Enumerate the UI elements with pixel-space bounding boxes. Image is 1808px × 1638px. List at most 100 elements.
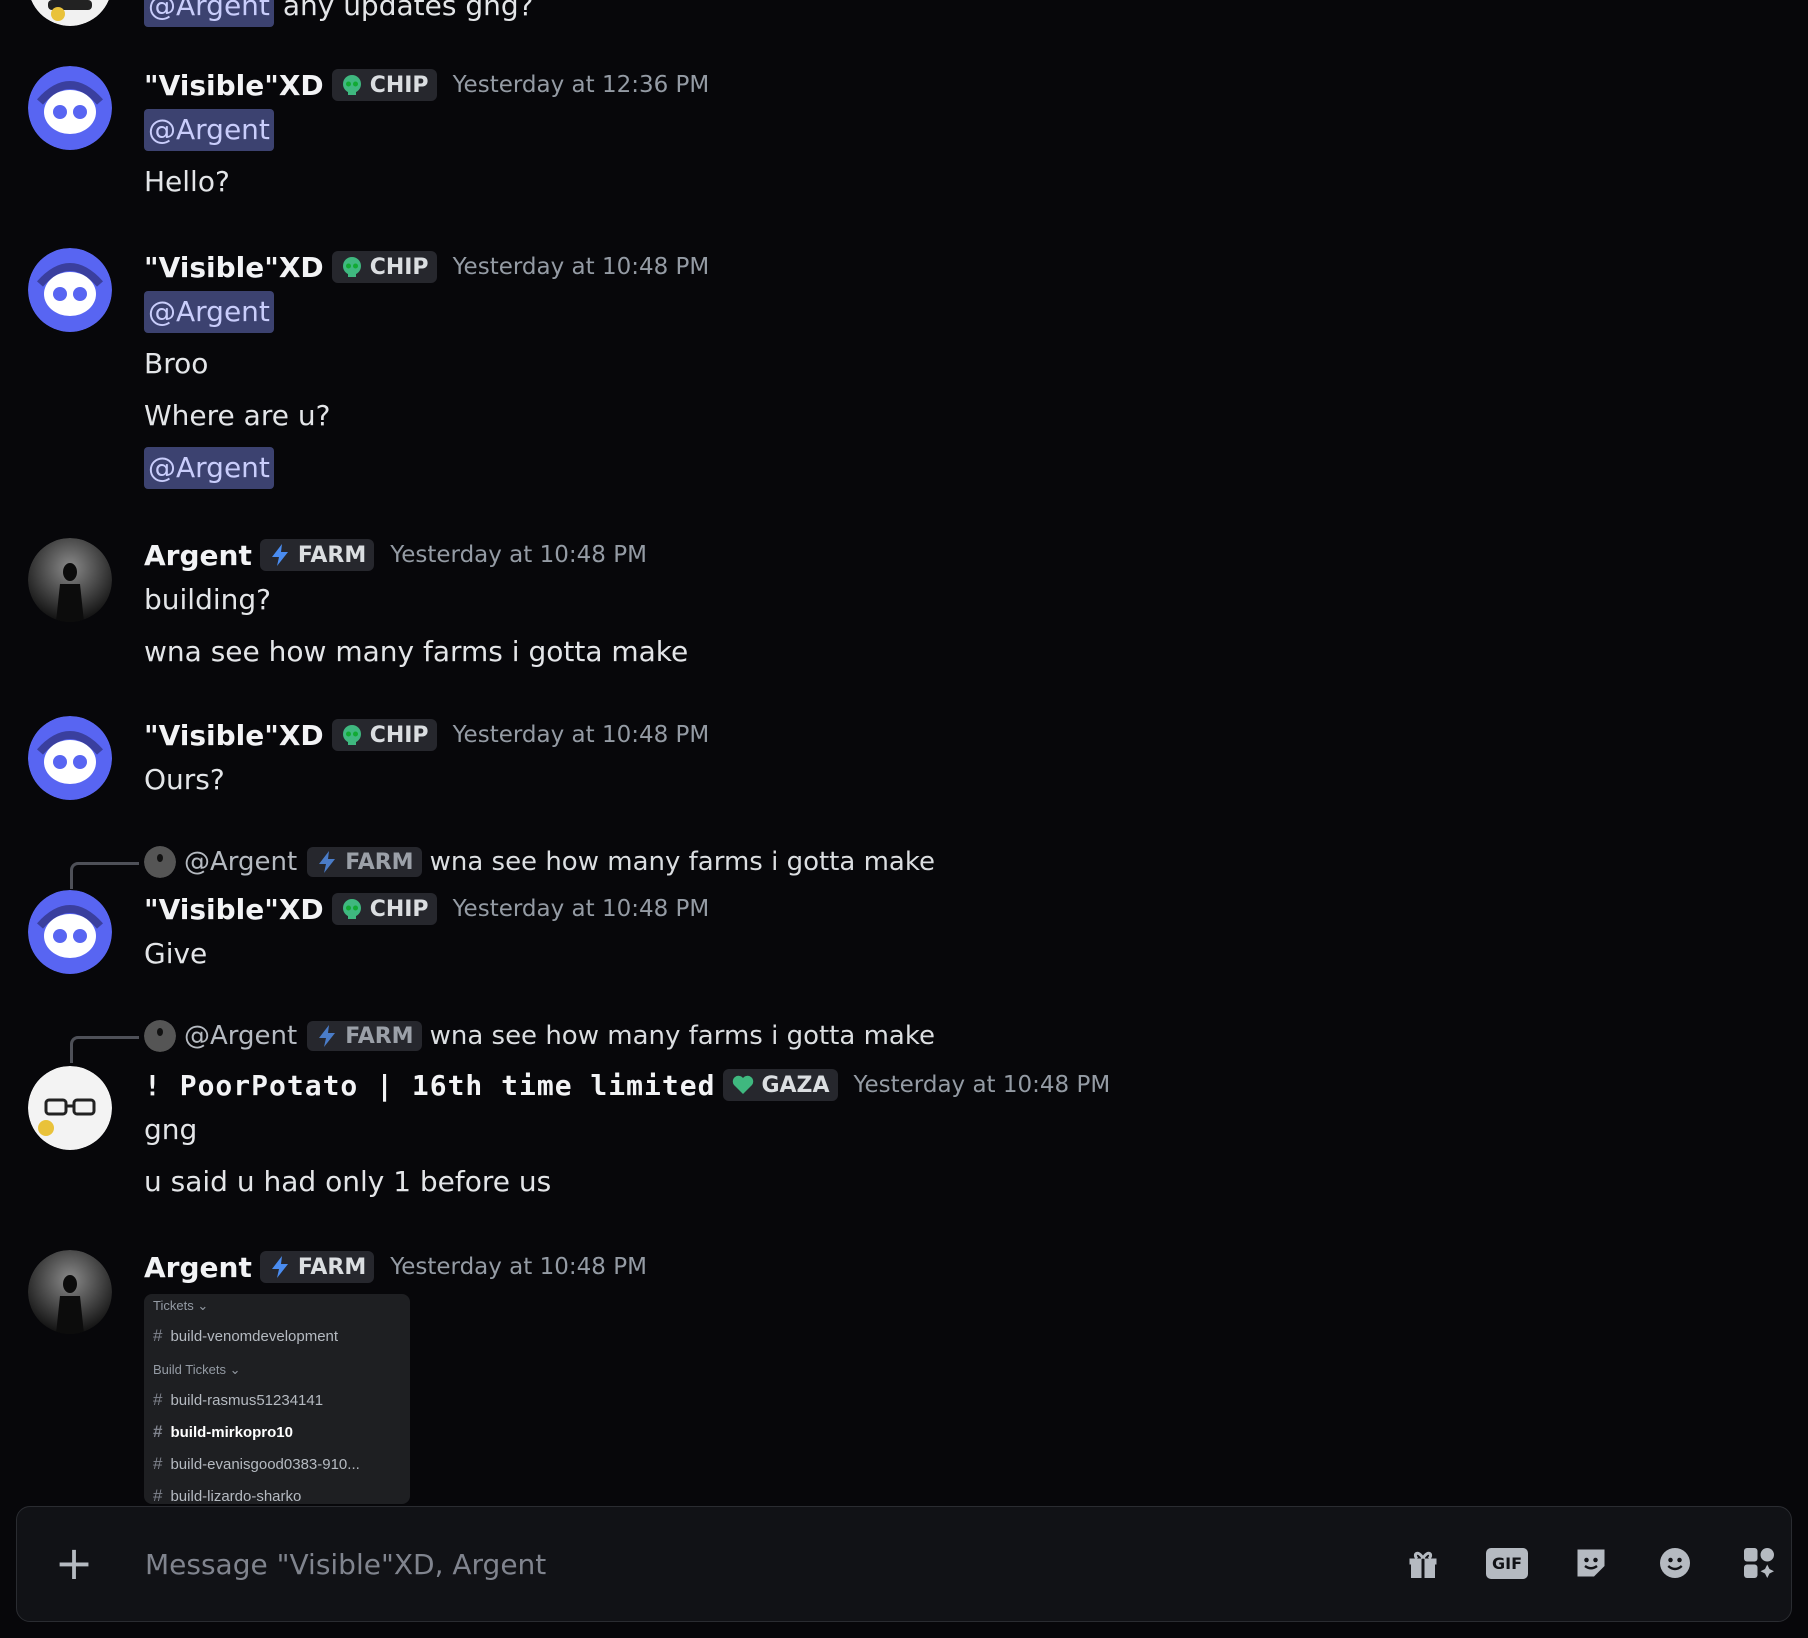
reply-spine [70, 1036, 139, 1063]
avatar-poorpotato[interactable] [28, 1066, 112, 1150]
timestamp: Yesterday at 12:36 PM [452, 72, 710, 98]
gift-button[interactable] [1403, 1541, 1443, 1585]
guild-tag[interactable]: GAZA [723, 1069, 838, 1101]
message-text: building? [144, 583, 272, 616]
attachment-channel: # build-rasmus51234141 [153, 1390, 324, 1409]
plus-icon: + [54, 1536, 94, 1590]
apps-button[interactable] [1739, 1541, 1779, 1585]
avatar-visiblexd[interactable] [28, 716, 112, 800]
reply-tag: FARM [307, 847, 422, 877]
message-input[interactable] [143, 1537, 1377, 1591]
skull-icon [342, 257, 361, 277]
tag-label: CHIP [369, 722, 429, 748]
timestamp: Yesterday at 10:48 PM [853, 1072, 1111, 1098]
tag-label: CHIP [369, 72, 429, 98]
avatar-poorpotato[interactable] [28, 0, 112, 26]
emoji-icon [1660, 1548, 1690, 1578]
tag-label: FARM [297, 1254, 367, 1280]
gif-button[interactable]: GIF [1486, 1541, 1529, 1585]
tag-label: CHIP [369, 254, 429, 280]
message-text: gng [144, 1113, 198, 1146]
username[interactable]: Argent [144, 539, 252, 572]
message-text: Hello? [144, 165, 230, 198]
reply-preview[interactable]: @Argent FARM wna see how many farms i go… [144, 1020, 935, 1052]
reply-text: wna see how many farms i gotta make [429, 1021, 935, 1051]
apps-icon [1744, 1548, 1774, 1578]
avatar-argent[interactable] [28, 538, 112, 622]
timestamp: Yesterday at 10:48 PM [390, 542, 647, 568]
message-3: Argent FARM Yesterday at 10:48 PM buildi… [144, 536, 1768, 678]
attachment-channel: # build-venomdevelopment [153, 1326, 339, 1345]
lightning-icon [319, 1025, 336, 1047]
mention[interactable]: @Argent [144, 291, 274, 333]
message-text: wna see how many farms i gotta make [144, 635, 689, 668]
reply-username[interactable]: @Argent [184, 847, 297, 877]
reply-preview[interactable]: @Argent FARM wna see how many farms i go… [144, 846, 935, 878]
guild-tag[interactable]: FARM [259, 539, 375, 571]
username[interactable]: "Visible"XD [144, 69, 324, 102]
message-4: "Visible"XD CHIP Yesterday at 10:48 PM O… [144, 716, 1768, 806]
message-composer: + GIF [16, 1506, 1792, 1622]
message-text: any updates gng? [282, 0, 534, 22]
hash-icon: # [153, 1326, 163, 1345]
skull-icon [342, 75, 361, 95]
timestamp: Yesterday at 10:48 PM [452, 254, 710, 280]
reply-avatar [144, 1020, 176, 1052]
message-text: Broo [144, 347, 209, 380]
image-attachment[interactable]: Tickets ⌄ # build-venomdevelopment Build … [144, 1294, 410, 1504]
reply-avatar [144, 846, 176, 878]
hash-icon: # [153, 1454, 163, 1473]
message-5: "Visible"XD CHIP Yesterday at 10:48 PM G… [144, 890, 1768, 980]
message-1: "Visible"XD CHIP Yesterday at 12:36 PM @… [144, 66, 1768, 208]
reply-spine [70, 862, 139, 889]
username[interactable]: Argent [144, 1251, 252, 1284]
guild-tag[interactable]: CHIP [331, 69, 437, 101]
mention[interactable]: @Argent [144, 447, 274, 489]
reply-text: wna see how many farms i gotta make [429, 847, 935, 877]
tag-label: CHIP [369, 896, 429, 922]
tag-label: GAZA [761, 1072, 830, 1098]
hash-icon: # [153, 1390, 163, 1409]
heart-icon [733, 1075, 754, 1094]
message-2: "Visible"XD CHIP Yesterday at 10:48 PM @… [144, 248, 1768, 494]
tag-label: FARM [345, 849, 414, 875]
mention[interactable]: @Argent [144, 109, 274, 151]
avatar-visiblexd[interactable] [28, 66, 112, 150]
add-attachment-button[interactable]: + [47, 1536, 101, 1590]
lightning-icon [271, 1256, 288, 1278]
reply-username[interactable]: @Argent [184, 1021, 297, 1051]
hash-icon: # [153, 1486, 163, 1504]
avatar-argent[interactable] [28, 1250, 112, 1334]
guild-tag[interactable]: CHIP [331, 251, 437, 283]
timestamp: Yesterday at 10:48 PM [452, 896, 710, 922]
timestamp: Yesterday at 10:48 PM [390, 1254, 647, 1280]
gift-icon [1409, 1551, 1437, 1578]
lightning-icon [271, 544, 288, 566]
guild-tag[interactable]: FARM [259, 1251, 375, 1283]
avatar-visiblexd[interactable] [28, 248, 112, 332]
guild-tag[interactable]: CHIP [331, 893, 437, 925]
username[interactable]: "Visible"XD [144, 893, 324, 926]
reply-tag: FARM [307, 1021, 422, 1051]
username[interactable]: "Visible"XD [144, 719, 324, 752]
emoji-button[interactable] [1655, 1541, 1695, 1585]
message-6: ! PoorPotato | 16th time limited GAZA Ye… [144, 1066, 1768, 1208]
avatar-visiblexd[interactable] [28, 890, 112, 974]
attachment-channel: # build-mirkopro10 [153, 1422, 293, 1441]
username[interactable]: "Visible"XD [144, 251, 324, 284]
message-text: Ours? [144, 763, 225, 796]
message-0: @Argent any updates gng? [144, 0, 1768, 32]
tag-label: FARM [345, 1023, 414, 1049]
lightning-icon [319, 851, 336, 873]
skull-icon [342, 899, 361, 919]
timestamp: Yesterday at 10:48 PM [452, 722, 710, 748]
guild-tag[interactable]: CHIP [331, 719, 437, 751]
mention[interactable]: @Argent [144, 0, 274, 27]
skull-icon [342, 725, 361, 745]
username[interactable]: ! PoorPotato | 16th time limited [144, 1069, 715, 1102]
sticker-icon [1577, 1549, 1605, 1577]
attachment-channel: # build-evanisgood0383-910... [153, 1454, 360, 1473]
message-text: u said u had only 1 before us [144, 1165, 552, 1198]
sticker-button[interactable] [1571, 1541, 1611, 1585]
message-7: Argent FARM Yesterday at 10:48 PM [144, 1248, 1768, 1286]
